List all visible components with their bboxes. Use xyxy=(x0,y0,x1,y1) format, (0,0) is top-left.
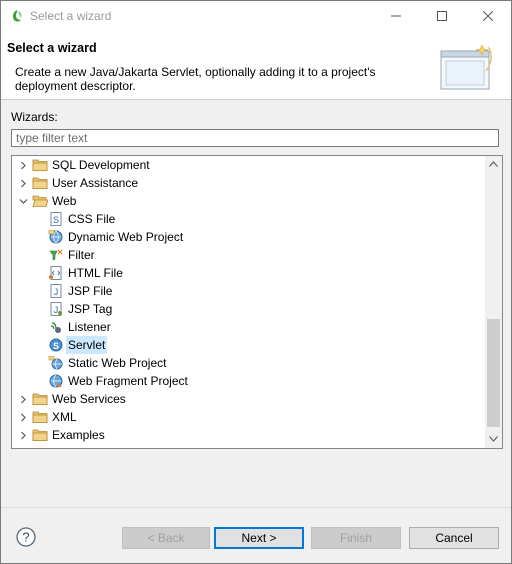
chevron-right-icon xyxy=(20,413,26,421)
tree-item[interactable]: Web Services xyxy=(12,390,482,408)
tree-item[interactable]: HTML File xyxy=(12,264,482,282)
minimize-icon xyxy=(391,15,401,17)
tree-item-label: User Assistance xyxy=(52,176,139,190)
folder-open-icon xyxy=(32,194,49,208)
svg-text:J: J xyxy=(54,305,59,315)
wizard-tree[interactable]: SQL Development User Assistance Web S CSS Fi… xyxy=(11,155,503,449)
folder-icon xyxy=(32,428,48,442)
jsp-file-icon: J xyxy=(48,284,64,298)
tree-item-label: JSP File xyxy=(68,284,113,298)
finish-button[interactable]: Finish xyxy=(311,527,401,549)
expand-toggle[interactable] xyxy=(18,156,28,174)
filter-icon xyxy=(48,248,64,262)
chevron-up-icon xyxy=(489,161,498,167)
expand-toggle[interactable] xyxy=(18,192,28,210)
static-web-project-icon xyxy=(48,355,64,370)
tree-item[interactable]: Listener xyxy=(12,318,482,336)
tree-item-label: CSS File xyxy=(68,212,116,226)
button-bar-separator xyxy=(1,507,511,508)
tree-item-label: JSP Tag xyxy=(68,302,113,316)
wizard-banner: Select a wizard Create a new Java/Jakart… xyxy=(1,31,511,99)
chevron-down-icon xyxy=(19,198,27,204)
expand-toggle[interactable] xyxy=(18,426,28,444)
folder-icon xyxy=(32,410,48,424)
vertical-scrollbar[interactable] xyxy=(485,156,502,448)
svg-text:?: ? xyxy=(22,530,29,545)
tree-item[interactable]: Web Fragment Project xyxy=(12,372,482,390)
close-button[interactable] xyxy=(465,1,511,31)
back-button[interactable]: < Back xyxy=(122,527,210,549)
tree-item[interactable]: SQL Development xyxy=(12,156,482,174)
folder-icon xyxy=(32,392,48,406)
svg-text:S: S xyxy=(53,341,59,351)
tree-item-label: Static Web Project xyxy=(68,356,167,370)
chevron-down-icon xyxy=(489,436,498,442)
banner-description: Create a new Java/Jakarta Servlet, optio… xyxy=(15,65,376,93)
tree-item[interactable]: Static Web Project xyxy=(12,354,482,372)
filter-input[interactable] xyxy=(11,129,499,147)
close-icon xyxy=(482,10,494,22)
servlet-icon: S xyxy=(48,338,64,352)
scroll-down-button[interactable] xyxy=(485,431,502,448)
chevron-right-icon xyxy=(20,161,26,169)
tree-item[interactable]: Examples xyxy=(12,426,482,444)
tree-item-label: Web xyxy=(52,194,77,208)
maximize-icon xyxy=(437,10,447,21)
tree-item-label: Examples xyxy=(52,428,105,442)
tree-item-label: Filter xyxy=(68,248,95,262)
banner-separator xyxy=(1,99,511,100)
tree-item[interactable]: XML xyxy=(12,408,482,426)
minimize-button[interactable] xyxy=(373,1,419,31)
tree-item-label: XML xyxy=(52,410,77,424)
wizard-dialog: Select a wizard Select a wizard Create a… xyxy=(0,0,512,564)
title-bar: Select a wizard xyxy=(1,1,511,31)
html-file-icon xyxy=(48,266,64,280)
expand-toggle[interactable] xyxy=(18,174,28,192)
tree-item[interactable]: Filter xyxy=(12,246,482,264)
banner-title: Select a wizard xyxy=(7,41,97,55)
help-icon[interactable]: ? xyxy=(16,527,36,547)
scrollbar-thumb[interactable] xyxy=(487,319,500,427)
chevron-right-icon xyxy=(20,179,26,187)
expand-toggle[interactable] xyxy=(18,390,28,408)
chevron-right-icon xyxy=(20,431,26,439)
tree-item[interactable]: Web xyxy=(12,192,482,210)
svg-text:J: J xyxy=(54,287,59,297)
window-title: Select a wizard xyxy=(30,9,112,23)
listener-icon xyxy=(48,320,64,334)
svg-text:S: S xyxy=(53,215,59,225)
eclipse-logo-icon xyxy=(13,10,22,22)
maximize-button[interactable] xyxy=(419,1,465,31)
tree-item[interactable]: J JSP File xyxy=(12,282,482,300)
jsp-tag-icon: J xyxy=(48,302,64,316)
tree-item-label: Web Fragment Project xyxy=(68,374,188,388)
tree-item-label: Web Services xyxy=(52,392,126,406)
css-file-icon: S xyxy=(48,212,64,226)
wizards-label: Wizards: xyxy=(11,110,58,124)
dynamic-web-project-icon xyxy=(48,229,64,244)
tree-item-label: Dynamic Web Project xyxy=(68,230,184,244)
folder-icon xyxy=(32,158,48,172)
scroll-up-button[interactable] xyxy=(485,156,502,173)
tree-item-label: SQL Development xyxy=(52,158,150,172)
tree-item-label: Servlet xyxy=(66,336,108,354)
next-button[interactable]: Next > xyxy=(214,527,304,549)
tree-item-label: HTML File xyxy=(68,266,123,280)
tree-item[interactable]: User Assistance xyxy=(12,174,482,192)
tree-item[interactable]: J JSP Tag xyxy=(12,300,482,318)
expand-toggle[interactable] xyxy=(18,408,28,426)
tree-item[interactable]: Dynamic Web Project xyxy=(12,228,482,246)
tree-item[interactable]: S CSS File xyxy=(12,210,482,228)
cancel-button[interactable]: Cancel xyxy=(409,527,499,549)
folder-icon xyxy=(32,176,48,190)
web-fragment-project-icon xyxy=(48,374,64,388)
tree-item[interactable]: S Servlet xyxy=(12,336,482,354)
tree-item-label: Listener xyxy=(68,320,111,334)
chevron-right-icon xyxy=(20,395,26,403)
new-wizard-banner-icon xyxy=(440,44,492,90)
